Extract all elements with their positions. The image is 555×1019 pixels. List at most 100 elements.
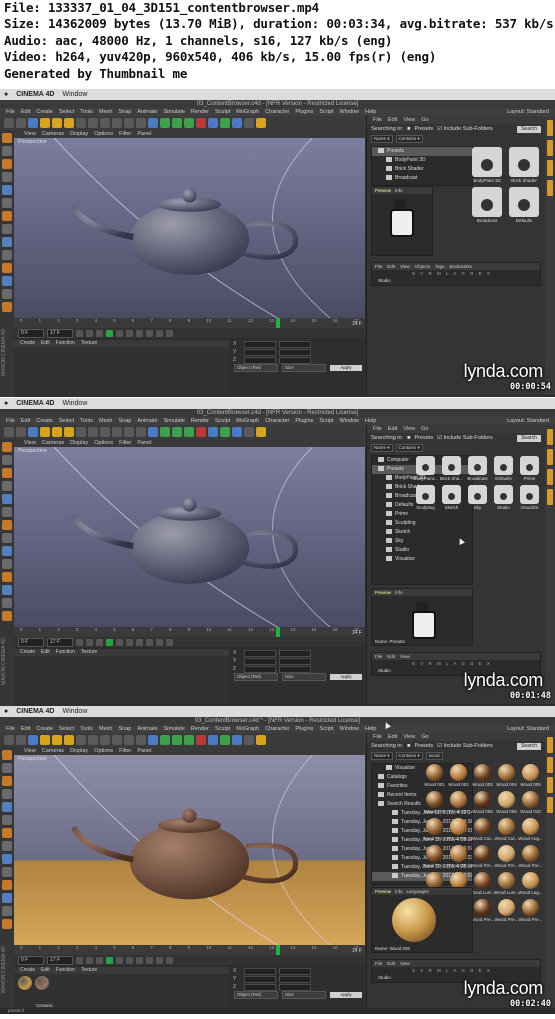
tool-icon[interactable] [184,427,194,437]
material-menu-item[interactable]: Function [56,340,75,347]
object-row-studio[interactable]: Studio [372,277,540,285]
cb-menu-item[interactable]: Edit [388,733,397,741]
tool-icon[interactable] [244,735,254,745]
mode-icon[interactable] [2,146,12,156]
transport-button[interactable] [96,329,103,337]
asset-item[interactable]: Wood 001 [424,763,445,787]
side-tab[interactable] [547,777,553,793]
mode-icon[interactable] [2,841,12,851]
size-dropdown[interactable]: Size [282,363,326,372]
app-menu-item[interactable]: Mesh [99,417,112,425]
app-menu-item[interactable]: File [6,108,15,116]
app-menu-item[interactable]: Tools [80,108,93,116]
mode-icon[interactable] [2,611,12,621]
side-tab[interactable] [547,449,553,465]
apple-icon[interactable]: ● [4,91,8,98]
transport-button[interactable] [136,329,143,337]
viewport-menu-item[interactable]: Display [70,130,88,138]
tool-icon[interactable] [112,735,122,745]
viewport-menu-item[interactable]: Cameras [42,439,64,447]
coord-field[interactable] [244,983,276,991]
viewport-scene[interactable] [14,447,365,627]
transport-button[interactable] [116,638,123,646]
coord-field[interactable] [244,356,276,364]
app-menu-item[interactable]: Animate [137,725,157,733]
side-tab[interactable] [547,120,553,136]
app-menu-item[interactable]: Mesh [99,108,112,116]
app-menu-item[interactable]: Create [36,417,53,425]
tool-icon[interactable] [220,427,230,437]
coord-field[interactable] [244,348,276,356]
material-menu-item[interactable]: Function [56,967,75,974]
asset-item[interactable]: Prime [518,455,541,481]
mode-icon[interactable] [2,494,12,504]
filter-field-dropdown[interactable]: Name ▾ [371,443,393,452]
side-tab[interactable] [547,797,553,813]
start-frame-field[interactable]: 0 F [18,955,44,965]
transport-button[interactable] [136,956,143,964]
app-menu-item[interactable]: Window [339,417,359,425]
mode-icon[interactable] [2,867,12,877]
timeline[interactable]: 0 1 2 3 4 5 6 7 8 9 10 11 12 13 14 15 16 17 14 F [14,945,365,955]
tool-icon[interactable] [52,118,62,128]
viewport-menu-item[interactable]: View [24,747,36,755]
cb-menu-item[interactable]: View [403,733,415,741]
tool-icon[interactable] [232,427,242,437]
material-menu-item[interactable]: Edit [41,649,50,656]
tree-item[interactable]: Prime [372,510,472,519]
preview-tab[interactable]: Info [395,187,403,194]
layout-selector[interactable]: Layout: Standard [507,725,549,733]
search-button[interactable]: Search [517,742,541,750]
transport-button[interactable] [106,638,113,646]
apple-icon[interactable]: ● [4,708,8,715]
viewport-menu-item[interactable]: Filter [119,439,131,447]
app-menu-item[interactable]: Select [59,725,74,733]
mode-icon[interactable] [2,211,12,221]
tool-icon[interactable] [196,118,206,128]
tool-icon[interactable] [196,735,206,745]
mode-icon[interactable] [2,828,12,838]
tool-icon[interactable] [244,118,254,128]
viewport-menu-item[interactable]: View [24,439,36,447]
material-menu-item[interactable]: Texture [81,340,97,347]
app-menu-item[interactable]: Character [265,417,289,425]
app-menu-item[interactable]: Snap [118,417,131,425]
os-menu-item[interactable]: CINEMA 4D [16,91,54,98]
tool-icon[interactable] [40,118,50,128]
tree-item[interactable]: Studio [372,546,472,555]
asset-item[interactable]: Wood 002 [448,763,469,787]
include-subfolders-checkbox[interactable]: ☑ Include Sub-Folders [437,126,493,132]
tool-icon[interactable] [88,735,98,745]
cb-menu-item[interactable]: Edit [388,116,397,124]
tree-item[interactable]: Sculpting [372,519,472,528]
viewport-menu-item[interactable]: Panel [137,130,151,138]
preview-tab[interactable]: Languages [407,888,429,895]
tool-icon[interactable] [184,118,194,128]
app-menu-item[interactable]: Animate [137,108,157,116]
tool-icon[interactable] [148,118,158,128]
asset-item[interactable]: Sketch [440,484,463,510]
tool-icon[interactable] [28,118,38,128]
viewport[interactable]: Perspective [14,447,365,627]
app-menu-item[interactable]: Animate [137,417,157,425]
object-menu-item[interactable]: Edit [387,263,395,270]
side-tab[interactable] [547,737,553,753]
tool-icon[interactable] [4,118,14,128]
app-menu-item[interactable]: Select [59,108,74,116]
asset-item[interactable]: Wood 006 [424,790,445,814]
viewport-menu-item[interactable]: Panel [137,439,151,447]
tool-icon[interactable] [28,735,38,745]
tool-icon[interactable] [88,427,98,437]
timeline[interactable]: 0 1 2 3 4 5 6 7 8 9 10 11 12 13 14 15 16 17 14 F [14,627,365,637]
transport-button[interactable] [86,329,93,337]
preview-tab[interactable]: Info [395,888,403,895]
side-tab[interactable] [547,160,553,176]
tool-icon[interactable] [64,427,74,437]
cb-menu-item[interactable]: Edit [388,425,397,433]
coord-field[interactable] [279,975,311,983]
os-menu-item[interactable]: Window [62,400,87,407]
mode-icon[interactable] [2,250,12,260]
material-menu-item[interactable]: Edit [41,967,50,974]
asset-item[interactable]: Visualize [518,484,541,510]
tool-icon[interactable] [40,427,50,437]
